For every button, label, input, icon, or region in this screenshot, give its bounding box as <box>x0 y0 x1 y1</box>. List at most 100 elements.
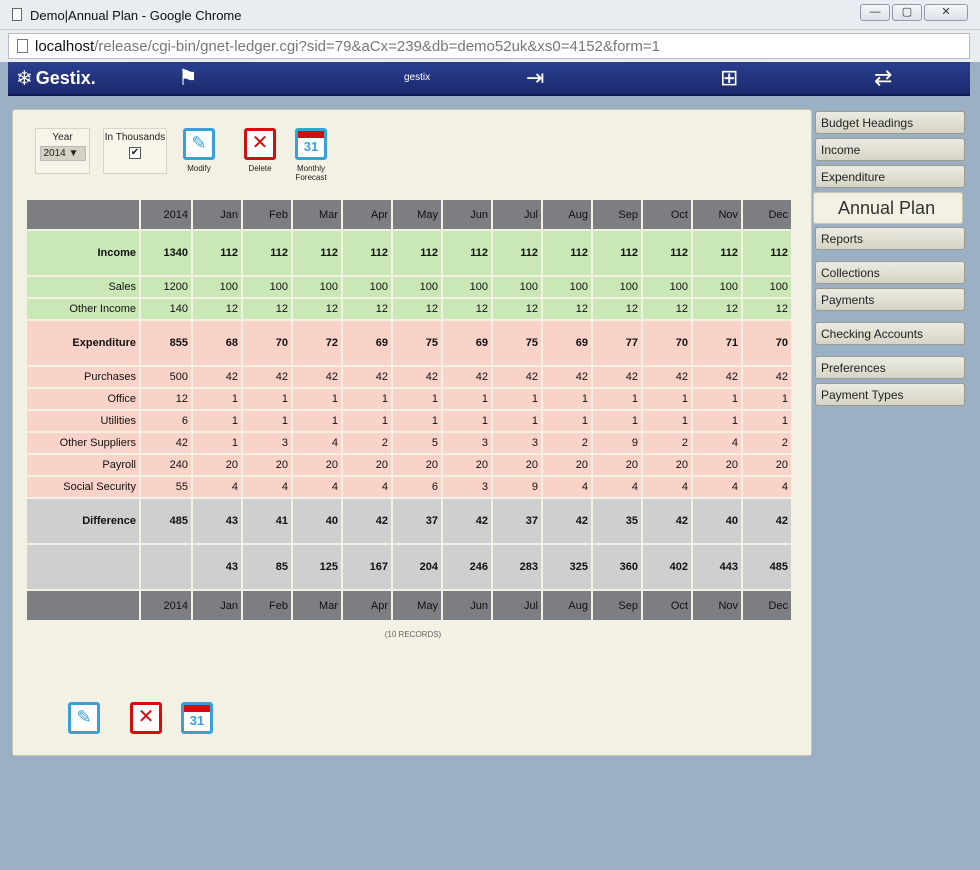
value-cell: 42 <box>743 367 791 387</box>
column-header[interactable]: Sep <box>593 591 641 620</box>
menu-checking-accounts[interactable]: Checking Accounts <box>815 322 965 345</box>
menu-preferences[interactable]: Preferences <box>815 356 965 379</box>
column-header[interactable]: Nov <box>693 591 741 620</box>
value-cell: 20 <box>743 455 791 475</box>
logout-icon[interactable]: ⇥ <box>526 64 544 92</box>
table-row[interactable]: Sales 1200 100 100 100 100 100 100 100 100 100 100 1… <box>27 277 791 297</box>
column-header[interactable]: Feb <box>243 200 291 229</box>
maximize-button[interactable]: ▢ <box>892 4 922 21</box>
minimize-button[interactable]: — <box>860 4 890 21</box>
column-header[interactable]: Dec <box>743 200 791 229</box>
column-header[interactable]: May <box>393 200 441 229</box>
column-header[interactable]: Mar <box>293 591 341 620</box>
column-header[interactable]: Jul <box>493 591 541 620</box>
table-row[interactable]: Other Suppliers 42 1 3 4 2 5 3 3 2 9 2 4 2 <box>27 433 791 453</box>
table-row[interactable]: Office 12 1 1 1 1 1 1 1 1 1 1 1 1 <box>27 389 791 409</box>
menu-collections[interactable]: Collections <box>815 261 965 284</box>
value-cell: 500 <box>141 367 191 387</box>
delete-button-bottom[interactable]: ✕ <box>121 702 171 738</box>
close-window-button[interactable]: ✕ <box>924 4 968 21</box>
url-text[interactable]: localhost/release/cgi-bin/gnet-ledger.cg… <box>35 38 660 55</box>
table-row[interactable]: Income 1340 112 112 112 112 112 112 112 112 112 112… <box>27 231 791 275</box>
switch-icon[interactable]: ⇄ <box>874 64 892 92</box>
value-cell: 4 <box>643 477 691 497</box>
delete-button[interactable]: ✕ Delete <box>235 128 285 173</box>
menu-payments[interactable]: Payments <box>815 288 965 311</box>
value-cell: 1 <box>693 389 741 409</box>
gestix-logo[interactable]: ❄ Gestix. <box>16 66 96 91</box>
column-header[interactable]: 2014 <box>141 591 191 620</box>
column-header[interactable]: Jul <box>493 200 541 229</box>
column-header[interactable]: Sep <box>593 200 641 229</box>
menu-income[interactable]: Income <box>815 138 965 161</box>
table-row[interactable]: 43 85 125 167 204 246 283 325 360 402 443 485 <box>27 545 791 589</box>
value-cell: 100 <box>643 277 691 297</box>
column-header[interactable]: Aug <box>543 200 591 229</box>
thousands-checkbox[interactable]: ✔ <box>129 147 141 159</box>
menu-annual-plan[interactable]: Annual Plan <box>813 192 963 224</box>
monthly-forecast-button[interactable]: 31 Monthly Forecast <box>286 128 336 182</box>
column-header[interactable]: Jun <box>443 591 491 620</box>
value-cell: 485 <box>141 499 191 543</box>
value-cell: 1 <box>543 389 591 409</box>
row-label: Office <box>27 389 139 409</box>
table-row[interactable]: Other Income 140 12 12 12 12 12 12 12 12 12 12 12 12 <box>27 299 791 319</box>
table-header-row: 2014 Jan Feb Mar Apr May Jun Jul Aug Sep Oct Nov Dec <box>27 200 791 229</box>
row-label: Other Income <box>27 299 139 319</box>
value-cell: 42 <box>443 367 491 387</box>
value-cell: 12 <box>643 299 691 319</box>
menu-budget-headings[interactable]: Budget Headings <box>815 111 965 134</box>
menu-expenditure[interactable]: Expenditure <box>815 165 965 188</box>
new-window-icon[interactable]: ⊞ <box>720 64 738 92</box>
value-cell: 1 <box>343 389 391 409</box>
column-header[interactable]: May <box>393 591 441 620</box>
value-cell: 12 <box>493 299 541 319</box>
column-header[interactable]: Oct <box>643 591 691 620</box>
table-row[interactable]: Payroll 240 20 20 20 20 20 20 20 20 20 20 20 20 <box>27 455 791 475</box>
value-cell: 20 <box>693 455 741 475</box>
table-row[interactable]: Expenditure 855 68 70 72 69 75 69 75 69 77 70 71 70 <box>27 321 791 365</box>
flag-icon[interactable]: ⚑ <box>178 64 198 92</box>
value-cell: 100 <box>693 277 741 297</box>
value-cell: 125 <box>293 545 341 589</box>
column-header[interactable]: Oct <box>643 200 691 229</box>
value-cell: 42 <box>643 367 691 387</box>
value-cell: 42 <box>743 499 791 543</box>
column-header[interactable]: Jan <box>193 200 241 229</box>
column-header[interactable]: 2014 <box>141 200 191 229</box>
column-header[interactable]: Feb <box>243 591 291 620</box>
column-header[interactable]: Apr <box>343 591 391 620</box>
column-header[interactable]: Jan <box>193 591 241 620</box>
snowflake-icon: ❄ <box>16 68 33 90</box>
column-header[interactable]: Jun <box>443 200 491 229</box>
column-header[interactable]: Aug <box>543 591 591 620</box>
column-header[interactable]: Mar <box>293 200 341 229</box>
menu-payment-types[interactable]: Payment Types <box>815 383 965 406</box>
value-cell: 1 <box>693 411 741 431</box>
value-cell: 75 <box>493 321 541 365</box>
table-row[interactable]: Purchases 500 42 42 42 42 42 42 42 42 42 42 42 42 <box>27 367 791 387</box>
value-cell: 35 <box>593 499 641 543</box>
modify-button-bottom[interactable]: ✎ <box>59 702 109 738</box>
value-cell: 1 <box>643 411 691 431</box>
value-cell: 68 <box>193 321 241 365</box>
year-select[interactable]: 2014 ▼ <box>39 146 86 161</box>
column-header[interactable]: Dec <box>743 591 791 620</box>
value-cell: 1 <box>293 411 341 431</box>
table-row[interactable]: Difference 485 43 41 40 42 37 42 37 42 35 42 40 42 <box>27 499 791 543</box>
monthly-forecast-button-bottom[interactable]: 31 <box>172 702 222 738</box>
menu-reports[interactable]: Reports <box>815 227 965 250</box>
value-cell: 42 <box>693 367 741 387</box>
value-cell: 12 <box>693 299 741 319</box>
row-label: Utilities <box>27 411 139 431</box>
value-cell: 112 <box>593 231 641 275</box>
column-header[interactable]: Apr <box>343 200 391 229</box>
value-cell: 42 <box>443 499 491 543</box>
table-row[interactable]: Utilities 6 1 1 1 1 1 1 1 1 1 1 1 1 <box>27 411 791 431</box>
modify-button[interactable]: ✎ Modify <box>174 128 224 173</box>
column-header[interactable]: Nov <box>693 200 741 229</box>
value-cell: 112 <box>443 231 491 275</box>
value-cell: 4 <box>693 433 741 453</box>
address-bar[interactable]: localhost/release/cgi-bin/gnet-ledger.cg… <box>8 33 970 59</box>
table-row[interactable]: Social Security 55 4 4 4 4 6 3 9 4 4 4 4 4 <box>27 477 791 497</box>
